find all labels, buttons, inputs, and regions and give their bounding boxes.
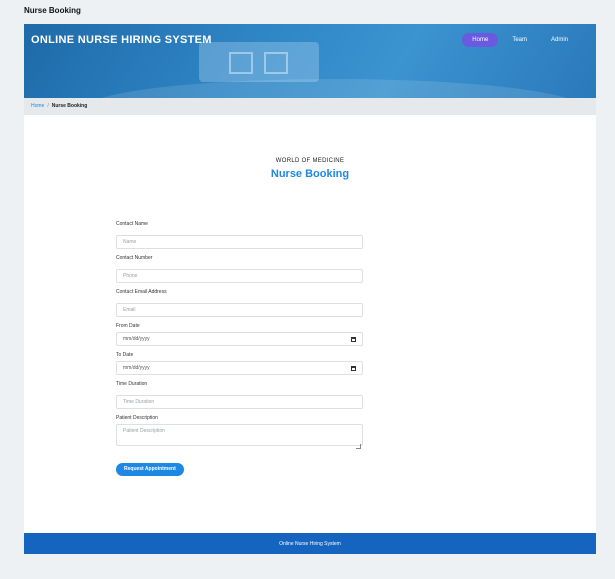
- page-title: Nurse Booking: [24, 6, 81, 15]
- section-title: Nurse Booking: [270, 168, 350, 180]
- calendar-icon[interactable]: [351, 336, 356, 342]
- from-date-input[interactable]: mm/dd/yyyy: [116, 332, 363, 346]
- calendar-icon[interactable]: [351, 365, 356, 371]
- from-date-label: From Date: [116, 323, 140, 329]
- request-appointment-button[interactable]: Request Appointment: [116, 462, 184, 476]
- hero-image-detail: [264, 52, 288, 74]
- email-label: Contact Email Address: [116, 289, 167, 295]
- time-duration-label: Time Duration: [116, 381, 148, 387]
- field-to-date: To Date mm/dd/yyyy: [116, 352, 363, 375]
- to-date-input[interactable]: mm/dd/yyyy: [116, 361, 363, 375]
- from-date-placeholder: mm/dd/yyyy: [123, 336, 150, 342]
- site-brand[interactable]: ONLINE NURSE HIRING SYSTEM: [31, 34, 212, 46]
- section-eyebrow: WORLD OF MEDICINE: [275, 158, 345, 164]
- breadcrumb-current: Nurse Booking: [51, 103, 88, 109]
- field-contact-name: Contact Name: [116, 221, 363, 249]
- time-duration-input[interactable]: [116, 395, 363, 409]
- main-nav: Home Team Admin: [462, 33, 578, 47]
- contact-name-label: Contact Name: [116, 221, 148, 227]
- field-patient-description: Patient Description: [116, 415, 363, 451]
- breadcrumb-bar: Home / Nurse Booking: [24, 98, 596, 115]
- field-email: Contact Email Address: [116, 289, 363, 317]
- hero-image-detail: [229, 52, 253, 74]
- field-from-date: From Date mm/dd/yyyy: [116, 323, 363, 346]
- nav-home[interactable]: Home: [462, 33, 499, 47]
- nav-admin[interactable]: Admin: [541, 33, 578, 47]
- to-date-placeholder: mm/dd/yyyy: [123, 365, 150, 371]
- email-input[interactable]: [116, 303, 363, 317]
- breadcrumb-separator: /: [47, 103, 49, 109]
- main-content: WORLD OF MEDICINE Nurse Booking Contact …: [24, 115, 596, 533]
- patient-description-textarea[interactable]: [116, 424, 363, 446]
- field-contact-number: Contact Number: [116, 255, 363, 283]
- booking-form: Contact Name Contact Number Contact Emai…: [116, 221, 363, 476]
- contact-number-label: Contact Number: [116, 255, 153, 261]
- footer-text: Online Nurse Hiring System: [279, 541, 341, 547]
- breadcrumb-home-link[interactable]: Home: [31, 103, 44, 109]
- nav-team[interactable]: Team: [502, 33, 537, 47]
- hero-banner: ONLINE NURSE HIRING SYSTEM Home Team Adm…: [24, 24, 596, 98]
- breadcrumb: Home / Nurse Booking: [31, 103, 87, 109]
- resize-handle-icon[interactable]: [356, 444, 361, 449]
- footer: Online Nurse Hiring System: [24, 533, 596, 554]
- field-time-duration: Time Duration: [116, 381, 363, 409]
- patient-description-label: Patient Description: [116, 415, 158, 421]
- contact-name-input[interactable]: [116, 235, 363, 249]
- hero-image-curve: [84, 79, 584, 98]
- hero-image-highlight: [199, 42, 319, 82]
- contact-number-input[interactable]: [116, 269, 363, 283]
- to-date-label: To Date: [116, 352, 134, 358]
